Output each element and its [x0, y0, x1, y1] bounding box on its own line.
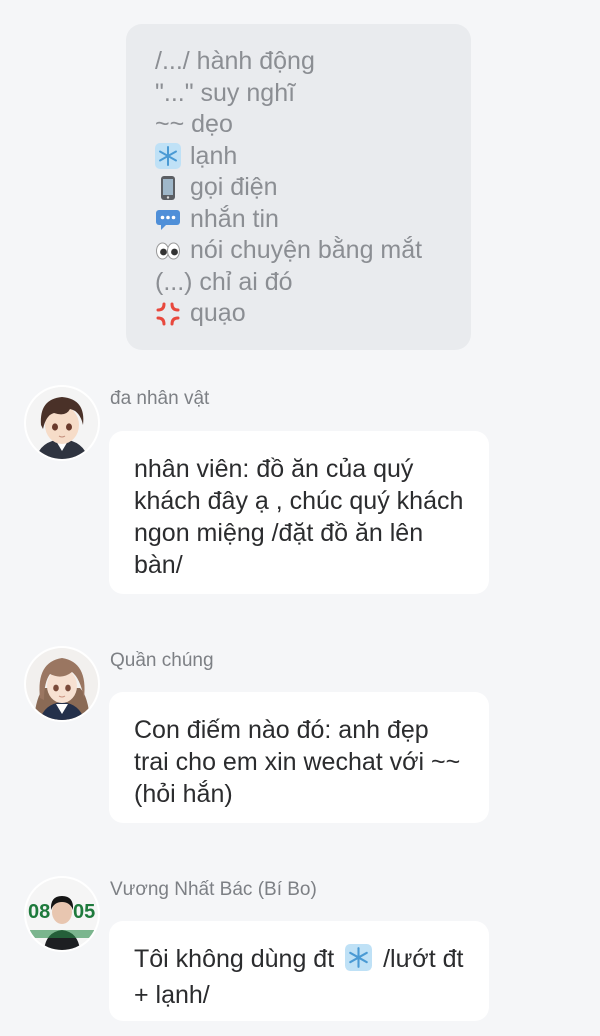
legend-item-label: nói chuyện bằng mắt [190, 236, 423, 264]
snowflake-icon [155, 143, 181, 170]
sender-name: Vương Nhất Bác (Bí Bo) [110, 879, 317, 900]
legend-item-label: "..." suy nghĩ [155, 78, 296, 107]
photo-avatar[interactable]: 08 05 [26, 878, 98, 950]
legend-item-call: gọi điện [155, 172, 471, 204]
speech-bubble-icon [155, 206, 181, 232]
message-text: nhân viên: đồ ăn của quý khách đây ạ , c… [134, 455, 464, 579]
message-text: Tôi không dùng đt [134, 945, 335, 973]
anime-girl-avatar[interactable] [26, 648, 98, 720]
legend-item-label: nhắn tin [190, 204, 279, 233]
anger-icon [155, 301, 181, 327]
legend-item-label: quạo [190, 299, 246, 327]
message-bubble[interactable]: Tôi không dùng đt /lướt đt + lạnh/ [109, 921, 489, 1021]
legend-item-label: /.../ hành động [155, 47, 315, 75]
eyes-icon [155, 238, 181, 264]
svg-text:05: 05 [73, 901, 95, 923]
legend-item-point: (...) chỉ ai đó [155, 267, 471, 299]
legend-item-label: ~~ dẹo [155, 110, 233, 138]
message-bubble[interactable]: nhân viên: đồ ăn của quý khách đây ạ , c… [109, 431, 489, 594]
legend-card: /.../ hành động "..." suy nghĩ ~~ dẹo lạ… [126, 24, 471, 350]
legend-item-text: nhắn tin [155, 204, 471, 236]
legend-item-eyes: nói chuyện bằng mắt [155, 235, 471, 267]
sender-name: Quần chúng [110, 650, 214, 671]
snowflake-icon [345, 944, 373, 979]
legend-item-flirt: ~~ dẹo [155, 109, 471, 141]
svg-text:08: 08 [28, 901, 50, 923]
legend-item-label: lạnh [190, 141, 238, 170]
legend-item-angry: quạo [155, 298, 471, 330]
mobile-phone-icon [155, 175, 181, 201]
message-text: Con điếm nào đó: anh đẹp trai cho em xin… [134, 716, 461, 808]
legend-item-thought: "..." suy nghĩ [155, 78, 471, 110]
legend-item-action: /.../ hành động [155, 46, 471, 78]
anime-boy-avatar[interactable] [26, 387, 98, 459]
sender-name: đa nhân vật [110, 388, 210, 409]
legend-item-label: (...) chỉ ai đó [155, 267, 293, 296]
legend-item-cold: lạnh [155, 141, 471, 173]
legend-item-label: gọi điện [190, 173, 278, 201]
message-bubble[interactable]: Con điếm nào đó: anh đẹp trai cho em xin… [109, 692, 489, 823]
